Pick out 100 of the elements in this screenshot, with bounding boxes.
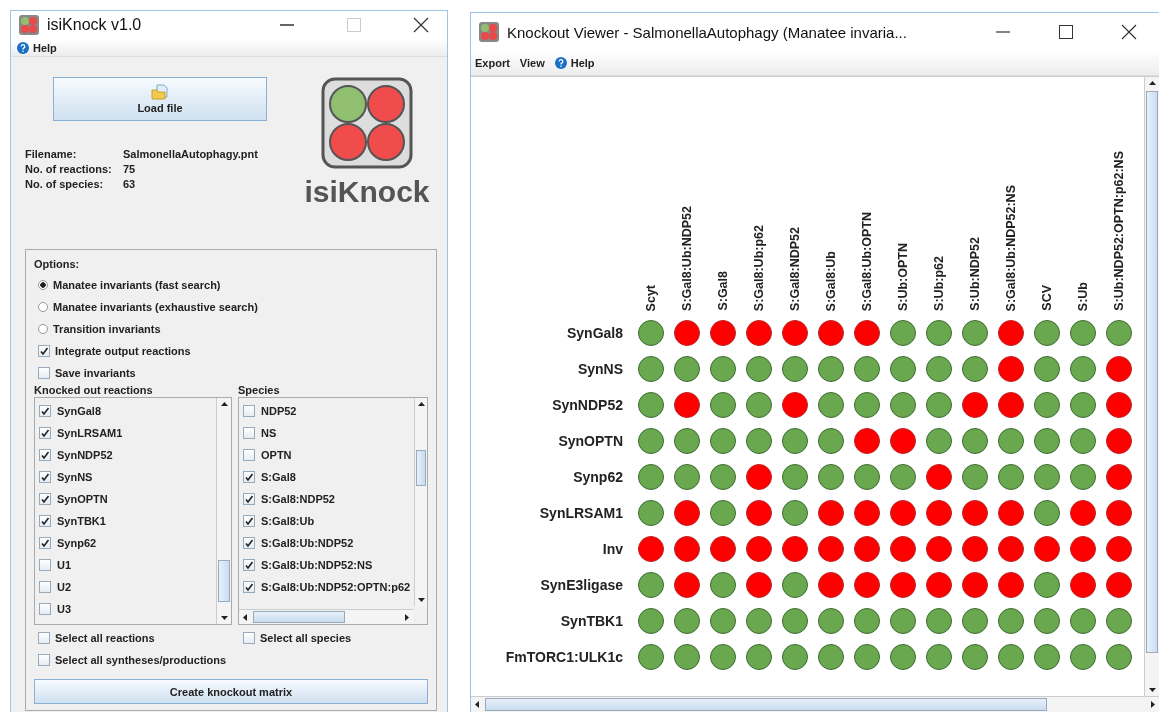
menu-item[interactable]: Help [17, 41, 57, 54]
scroll-thumb[interactable] [253, 611, 345, 623]
row-label: Inv [601, 540, 624, 559]
scrollbar[interactable] [414, 398, 427, 606]
scroll-thumb[interactable] [1146, 91, 1158, 653]
row-label: SynOPTN [557, 432, 624, 451]
reaction-label: SynTBK1 [57, 515, 106, 527]
row-label: SynNS [576, 360, 624, 379]
option-label: Manatee invariants (fast search) [53, 279, 221, 291]
checkbox-label: Select all species [260, 632, 352, 644]
checkbox[interactable] [39, 471, 51, 483]
checkbox[interactable] [39, 581, 51, 593]
radio-button[interactable] [38, 324, 48, 334]
list-heading: Knocked out reactions [34, 384, 154, 396]
species-label: S:Gal8:Ub:NDP52:OPTN:p62 [261, 581, 411, 593]
checkbox[interactable] [39, 493, 51, 505]
maximize-icon[interactable] [1059, 25, 1073, 39]
checkbox[interactable] [243, 581, 255, 593]
menu-item[interactable]: View [519, 57, 545, 69]
left-arrow-icon[interactable] [475, 701, 479, 708]
column-header: S:Ub:NDP52:OPTN:p62:NS [1112, 151, 1126, 311]
reaction-label: SynNDP52 [57, 449, 113, 461]
reaction-label: SynNS [57, 471, 93, 483]
column-header: S:Gal8:NDP52 [788, 226, 802, 311]
checkbox[interactable] [243, 559, 255, 571]
checkbox[interactable] [39, 449, 51, 461]
column-header: Scyt [644, 284, 658, 311]
close-icon[interactable] [1121, 24, 1137, 40]
left-arrow-icon[interactable] [243, 613, 247, 621]
checkbox[interactable] [243, 405, 255, 417]
info-value: SalmonellaAutophagy.pnt [123, 147, 259, 161]
scrollbar[interactable] [216, 398, 231, 624]
checkbox[interactable] [243, 515, 255, 527]
option-label: Save invariants [55, 367, 136, 379]
checkbox[interactable] [243, 471, 255, 483]
up-arrow-icon[interactable] [417, 402, 425, 406]
option-label: Transition invariants [53, 323, 161, 335]
checkbox[interactable] [243, 427, 255, 439]
checkbox[interactable] [243, 449, 255, 461]
window-title: Knockout Viewer - SalmonellaAutophagy (Manatee invaria... [507, 23, 908, 41]
column-header: S:Ub [1076, 281, 1090, 311]
right-arrow-icon[interactable] [1151, 701, 1155, 708]
checkbox-label: Select all syntheses/productions [55, 654, 227, 666]
scroll-thumb[interactable] [416, 450, 426, 486]
app-icon [19, 15, 39, 36]
app-icon [479, 22, 499, 42]
row-label: SynTBK1 [559, 612, 624, 631]
reaction-label: Synp62 [57, 537, 97, 549]
right-arrow-icon[interactable] [405, 613, 409, 621]
down-arrow-icon[interactable] [417, 598, 425, 602]
checkbox[interactable] [38, 345, 50, 357]
checkbox-label: Select all reactions [55, 632, 155, 644]
checkbox[interactable] [39, 515, 51, 527]
row-label: FmTORC1:ULK1c [504, 648, 624, 667]
checkbox[interactable] [39, 537, 51, 549]
scrollbar[interactable] [1144, 77, 1159, 696]
down-arrow-icon[interactable] [220, 616, 228, 620]
down-arrow-icon[interactable] [1148, 688, 1156, 692]
row-label: SynE3ligase [539, 576, 624, 595]
radio-button[interactable] [38, 280, 48, 290]
checkbox[interactable] [243, 632, 255, 644]
checkbox[interactable] [243, 537, 255, 549]
checkbox[interactable] [38, 367, 50, 379]
checkbox[interactable] [39, 603, 51, 615]
species-label: S:Gal8:Ub [261, 515, 315, 527]
row-label: SynLRSAM1 [538, 504, 624, 523]
scrollbar[interactable] [471, 696, 1159, 712]
scroll-thumb[interactable] [485, 698, 1047, 711]
checkbox[interactable] [39, 427, 51, 439]
create-matrix-button[interactable]: Create knockout matrix [34, 679, 428, 704]
radio-button[interactable] [38, 302, 48, 312]
species-label: S:Gal8 [261, 471, 296, 483]
checkbox[interactable] [38, 654, 50, 666]
row-label: SynNDP52 [551, 396, 624, 415]
checkbox[interactable] [38, 632, 50, 644]
species-label: OPTN [261, 449, 292, 461]
load-file-button[interactable]: Load file [53, 77, 267, 121]
info-label: No. of reactions: [25, 162, 113, 176]
column-header: S:Ub:p62 [932, 256, 946, 311]
up-arrow-icon[interactable] [1148, 81, 1156, 85]
close-icon[interactable] [413, 17, 429, 34]
column-header: S:Ub:OPTN [896, 242, 910, 311]
row-label: Synp62 [572, 468, 624, 487]
folder-icon [151, 84, 169, 100]
scrollbar[interactable] [239, 609, 413, 624]
menu-item[interactable]: Export [475, 57, 510, 69]
logo-text: isiKnock [304, 175, 430, 209]
row-label: SynGal8 [565, 324, 624, 343]
column-header: S:Gal8 [716, 271, 730, 311]
species-label: NDP52 [261, 405, 297, 417]
window-title: isiKnock v1.0 [47, 16, 143, 35]
up-arrow-icon[interactable] [220, 402, 228, 406]
checkbox[interactable] [39, 405, 51, 417]
checkbox[interactable] [39, 559, 51, 571]
scroll-thumb[interactable] [218, 560, 230, 602]
option-label: Manatee invariants (exhaustive search) [53, 301, 258, 313]
column-header: S:Ub:NDP52 [968, 237, 982, 311]
column-header: S:Gal8:Ub:OPTN [860, 211, 874, 311]
menu-item[interactable]: Help [554, 57, 595, 69]
checkbox[interactable] [243, 493, 255, 505]
